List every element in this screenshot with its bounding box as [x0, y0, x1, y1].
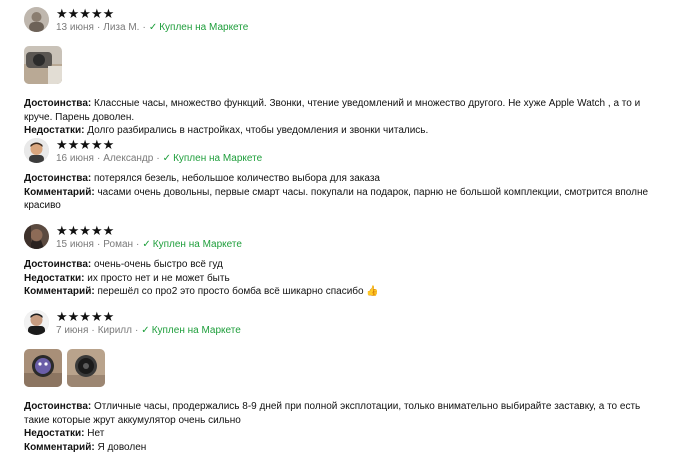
- check-icon: ✓: [142, 239, 151, 250]
- check-icon: ✓: [162, 153, 172, 164]
- rating-stars: ★★★★★: [56, 137, 115, 152]
- pros-text: Классные часы, множество функций. Звонки…: [24, 98, 641, 123]
- bought-badge: Куплен на Маркете: [152, 239, 242, 250]
- review-meta: 7 июня · Кирилл · ✓ Куплен на Маркете: [56, 325, 241, 336]
- review-meta: 13 июня · Лиза М. · ✓ Куплен на Маркете: [56, 22, 249, 33]
- thumbs-up-icon: 👍: [366, 286, 379, 297]
- review-photos: [24, 349, 664, 393]
- review-card: ★★★★★ 13 июня · Лиза М. · ✓ Куплен на Маркете…: [24, 7, 664, 138]
- avatar[interactable]: [24, 310, 49, 335]
- review-text: Достоинства: Отличные часы, продержались…: [24, 400, 664, 454]
- cons-label: Недостатки:: [24, 272, 85, 284]
- review-card: ★★★★★ 16 июня · Александр · ✓ Куплен на Марке…: [24, 138, 664, 213]
- avatar[interactable]: [24, 7, 49, 32]
- comment-text: часами очень довольны, первые смарт часы…: [24, 186, 649, 212]
- check-icon: ✓: [148, 22, 158, 33]
- review-text: Достоинства: потерялся безель, небольшое…: [24, 172, 664, 213]
- pros-label: Достоинства:: [24, 259, 92, 270]
- rating-stars: ★★★★★: [56, 309, 115, 324]
- pros-label: Достоинства:: [24, 401, 92, 412]
- review-text: Достоинства: Классные часы, множество фу…: [24, 97, 664, 138]
- cons-label: Достоинства:: [24, 173, 92, 184]
- review-header: ★★★★★ 15 июня · Роман · ✓ Куплен на Маркете: [24, 224, 664, 258]
- review-date: 15 июня: [56, 239, 94, 250]
- comment-label: Комментарий:: [24, 186, 95, 198]
- cons-label: Недостатки:: [24, 125, 85, 136]
- cons-text: потерялся безель, небольшое количество в…: [94, 173, 380, 184]
- bought-badge: Куплен на Маркете: [151, 325, 241, 336]
- pros-label: Достоинства:: [24, 98, 92, 109]
- pros-text: очень-очень быстро всё гуд: [94, 259, 223, 270]
- rating-stars: ★★★★★: [56, 6, 115, 21]
- rating-stars: ★★★★★: [56, 223, 115, 238]
- review-photo[interactable]: [67, 349, 105, 387]
- avatar[interactable]: [24, 224, 49, 249]
- comment-label: Комментарий:: [24, 286, 95, 297]
- check-icon: ✓: [141, 325, 150, 336]
- review-author[interactable]: Лиза М.: [103, 22, 139, 33]
- avatar[interactable]: [24, 138, 49, 163]
- review-photos: [24, 46, 664, 90]
- cons-label: Недостатки:: [24, 428, 85, 439]
- review-text: Достоинства: очень-очень быстро всё гуд …: [24, 258, 664, 299]
- bought-badge: Куплен на Маркете: [159, 22, 249, 33]
- comment-text: перешёл со про2 это просто бомба всё шик…: [97, 286, 364, 297]
- review-date: 13 июня: [56, 22, 94, 33]
- review-header: ★★★★★ 7 июня · Кирилл · ✓ Куплен на Маркете: [24, 310, 664, 344]
- review-date: 7 июня: [56, 325, 89, 336]
- review-date: 16 июня: [56, 153, 94, 164]
- review-meta: 16 июня · Александр · ✓ Куплен на Маркете: [56, 153, 263, 164]
- review-card: ★★★★★ 7 июня · Кирилл · ✓ Куплен на Маркете: [24, 310, 664, 454]
- review-author[interactable]: Александр: [103, 153, 153, 164]
- review-photo[interactable]: [24, 349, 62, 387]
- review-header: ★★★★★ 13 июня · Лиза М. · ✓ Куплен на Маркете: [24, 7, 664, 41]
- review-card: ★★★★★ 15 июня · Роман · ✓ Куплен на Маркете Д…: [24, 224, 664, 299]
- cons-text: Долго разбирались в настройках, чтобы ув…: [87, 125, 429, 136]
- review-photo[interactable]: [24, 46, 62, 84]
- review-meta: 15 июня · Роман · ✓ Куплен на Маркете: [56, 239, 242, 250]
- review-author[interactable]: Роман: [103, 239, 133, 250]
- review-author[interactable]: Кирилл: [98, 325, 132, 336]
- cons-text: их просто нет и не может быть: [87, 272, 230, 284]
- cons-text: Нет: [87, 428, 105, 439]
- bought-badge: Куплен на Маркете: [173, 153, 263, 164]
- review-header: ★★★★★ 16 июня · Александр · ✓ Куплен на Марке…: [24, 138, 664, 172]
- pros-text: Отличные часы, продержались 8-9 дней при…: [24, 401, 641, 426]
